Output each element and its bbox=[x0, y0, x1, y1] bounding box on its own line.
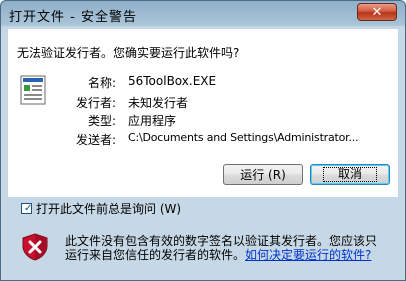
run-button[interactable]: 运行 (R) bbox=[223, 164, 303, 185]
checkmark-icon: ✓ bbox=[24, 203, 33, 214]
type-value: 应用程序 bbox=[128, 114, 177, 128]
dialog-heading: 无法验证发行者。您确实要运行此软件吗? bbox=[17, 46, 240, 60]
security-warning-window: 打开文件 - 安全警告 ✕ 无法验证发行者。您确实要运行此软件吗? 名称: 56… bbox=[0, 0, 406, 281]
always-ask-label: 打开此文件前总是询问 (W) bbox=[36, 202, 182, 216]
sender-value: C:\Documents and Settings\Administrator.… bbox=[128, 131, 359, 144]
publisher-label: 发行者: bbox=[75, 96, 116, 110]
dialog-content: 无法验证发行者。您确实要运行此软件吗? 名称: 56ToolBox.EXE 发行… bbox=[8, 29, 398, 197]
close-icon: ✕ bbox=[371, 4, 383, 20]
run-button-label: 运行 (R) bbox=[240, 168, 286, 182]
cancel-button-label: 取消 bbox=[322, 167, 377, 182]
name-value: 56ToolBox.EXE bbox=[128, 74, 217, 88]
sender-label: 发送者: bbox=[75, 133, 116, 147]
always-ask-checkbox[interactable]: ✓ bbox=[21, 203, 32, 214]
always-ask-option[interactable]: ✓ 打开此文件前总是询问 (W) bbox=[21, 200, 181, 217]
cancel-button[interactable]: 取消 bbox=[310, 164, 390, 185]
window-title: 打开文件 - 安全警告 bbox=[9, 10, 137, 25]
close-button[interactable]: ✕ bbox=[357, 3, 397, 21]
warning-message: 此文件没有包含有效的数字签名以验证其发行者。您应该只运行来自您信任的发行者的软件… bbox=[65, 234, 385, 262]
type-label: 类型: bbox=[87, 114, 116, 128]
document-icon bbox=[20, 75, 46, 105]
help-link[interactable]: 如何决定要运行的软件? bbox=[245, 248, 371, 262]
shield-error-icon bbox=[22, 233, 48, 261]
publisher-value: 未知发行者 bbox=[128, 96, 189, 110]
title-bar[interactable]: 打开文件 - 安全警告 ✕ bbox=[1, 1, 405, 27]
name-label: 名称: bbox=[87, 76, 116, 90]
